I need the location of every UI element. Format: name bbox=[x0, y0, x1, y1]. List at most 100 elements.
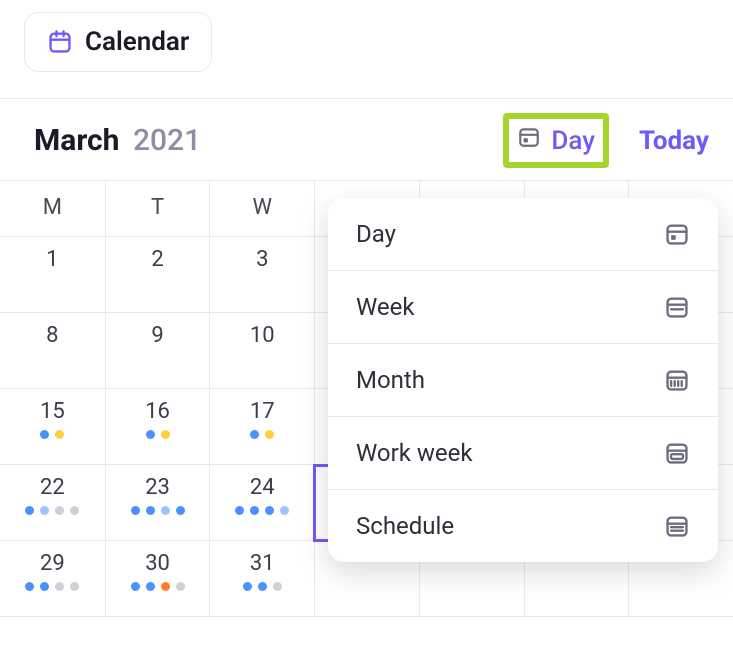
view-option-schedule[interactable]: Schedule bbox=[328, 489, 718, 562]
event-dots bbox=[210, 506, 314, 515]
calendar-day-cell[interactable]: 30 bbox=[105, 541, 210, 617]
event-dot bbox=[273, 582, 282, 591]
view-option-label: Month bbox=[356, 366, 425, 394]
view-option-label: Day bbox=[356, 220, 396, 248]
event-dot bbox=[161, 506, 170, 515]
month-name: March bbox=[34, 123, 119, 158]
day-number: 8 bbox=[0, 323, 105, 348]
event-dot bbox=[258, 582, 267, 591]
calendar-day-cell[interactable]: 29 bbox=[0, 541, 105, 617]
month-view-icon bbox=[664, 367, 690, 393]
month-year: 2021 bbox=[133, 123, 201, 158]
calendar-header: March 2021 Day Today bbox=[0, 98, 733, 181]
event-dot bbox=[40, 582, 49, 591]
event-dot bbox=[146, 430, 155, 439]
calendar-day-cell[interactable]: 2 bbox=[105, 237, 210, 313]
event-dot bbox=[250, 430, 259, 439]
calendar-icon bbox=[47, 29, 73, 55]
day-number: 1 bbox=[0, 247, 105, 272]
event-dot bbox=[176, 506, 185, 515]
event-dot bbox=[131, 582, 140, 591]
event-dot bbox=[161, 582, 170, 591]
day-number: 24 bbox=[210, 475, 314, 500]
today-label: Today bbox=[639, 126, 709, 156]
event-dot bbox=[161, 430, 170, 439]
day-number: 16 bbox=[106, 399, 210, 424]
event-dot bbox=[70, 506, 79, 515]
today-button[interactable]: Today bbox=[639, 126, 709, 156]
event-dot bbox=[25, 582, 34, 591]
event-dots bbox=[106, 506, 210, 515]
calendar-day-cell[interactable]: 23 bbox=[105, 465, 210, 541]
event-dot bbox=[70, 582, 79, 591]
page-pill-label: Calendar bbox=[85, 27, 189, 57]
view-option-month[interactable]: Month bbox=[328, 343, 718, 416]
day-number: 9 bbox=[106, 323, 210, 348]
view-option-label: Week bbox=[356, 293, 415, 321]
calendar-day-cell[interactable]: 3 bbox=[209, 237, 314, 313]
weekday-label: M bbox=[0, 181, 105, 236]
event-dot bbox=[146, 506, 155, 515]
calendar-view-icon bbox=[517, 125, 541, 156]
month-title: March 2021 bbox=[34, 123, 201, 158]
weekday-label: T bbox=[105, 181, 210, 236]
event-dot bbox=[40, 430, 49, 439]
day-number: 23 bbox=[106, 475, 210, 500]
schedule-view-icon bbox=[664, 513, 690, 539]
event-dot bbox=[250, 506, 259, 515]
event-dots bbox=[106, 582, 210, 591]
page-pill-calendar[interactable]: Calendar bbox=[24, 12, 212, 72]
event-dots bbox=[210, 430, 314, 439]
calendar-day-cell[interactable]: 22 bbox=[0, 465, 105, 541]
day-number: 3 bbox=[210, 247, 314, 272]
calendar-day-cell[interactable]: 8 bbox=[0, 313, 105, 389]
day-number: 29 bbox=[0, 551, 105, 576]
event-dots bbox=[0, 506, 105, 515]
event-dot bbox=[176, 582, 185, 591]
day-number: 31 bbox=[210, 551, 314, 576]
view-dropdown: Day Week Month Work week Schedule bbox=[328, 198, 718, 562]
event-dot bbox=[265, 506, 274, 515]
calendar-day-cell[interactable]: 24 bbox=[209, 465, 314, 541]
calendar-day-cell[interactable]: 16 bbox=[105, 389, 210, 465]
event-dot bbox=[131, 506, 140, 515]
event-dot bbox=[25, 506, 34, 515]
calendar-day-cell[interactable]: 31 bbox=[209, 541, 314, 617]
event-dot bbox=[280, 506, 289, 515]
calendar-day-cell[interactable]: 1 bbox=[0, 237, 105, 313]
calendar-day-cell[interactable]: 17 bbox=[209, 389, 314, 465]
week-view-icon bbox=[664, 294, 690, 320]
weekday-label: W bbox=[209, 181, 314, 236]
day-view-icon bbox=[664, 221, 690, 247]
event-dot bbox=[55, 506, 64, 515]
view-switcher-button[interactable]: Day bbox=[517, 125, 595, 156]
day-number: 15 bbox=[0, 399, 105, 424]
day-number: 10 bbox=[210, 323, 314, 348]
view-switcher-label: Day bbox=[551, 126, 595, 156]
view-switcher-highlight: Day bbox=[503, 113, 609, 168]
event-dot bbox=[146, 582, 155, 591]
calendar-day-cell[interactable]: 10 bbox=[209, 313, 314, 389]
day-number: 22 bbox=[0, 475, 105, 500]
event-dots bbox=[0, 582, 105, 591]
day-number: 30 bbox=[106, 551, 210, 576]
event-dot bbox=[55, 430, 64, 439]
day-number: 17 bbox=[210, 399, 314, 424]
event-dot bbox=[243, 582, 252, 591]
event-dot bbox=[40, 506, 49, 515]
day-number: 2 bbox=[106, 247, 210, 272]
event-dot bbox=[55, 582, 64, 591]
view-option-day[interactable]: Day bbox=[328, 198, 718, 270]
calendar-day-cell[interactable]: 15 bbox=[0, 389, 105, 465]
view-option-label: Schedule bbox=[356, 512, 454, 540]
event-dot bbox=[265, 430, 274, 439]
event-dots bbox=[0, 430, 105, 439]
calendar-day-cell[interactable]: 9 bbox=[105, 313, 210, 389]
event-dots bbox=[106, 430, 210, 439]
workweek-view-icon bbox=[664, 440, 690, 466]
view-option-week[interactable]: Week bbox=[328, 270, 718, 343]
event-dots bbox=[210, 582, 314, 591]
view-option-label: Work week bbox=[356, 439, 473, 467]
event-dot bbox=[235, 506, 244, 515]
view-option-workweek[interactable]: Work week bbox=[328, 416, 718, 489]
